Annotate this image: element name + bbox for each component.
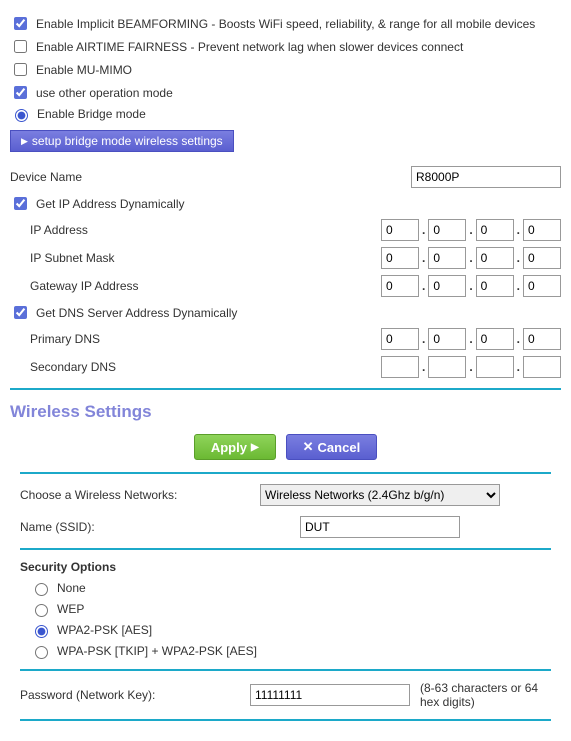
security-wpa-mix-radio[interactable] xyxy=(35,646,48,659)
gateway-octet-2[interactable] xyxy=(428,275,466,297)
sdns-octet-1[interactable] xyxy=(381,356,419,378)
pdns-octet-4[interactable] xyxy=(523,328,561,350)
other-mode-label: use other operation mode xyxy=(36,86,173,100)
apply-button[interactable]: Apply ▶ xyxy=(194,434,276,460)
beamforming-label: Enable Implicit BEAMFORMING - Boosts WiF… xyxy=(36,17,535,31)
security-wep-radio[interactable] xyxy=(35,604,48,617)
subnet-group: . . . xyxy=(381,247,561,269)
ssid-label: Name (SSID): xyxy=(20,520,260,534)
play-icon: ▶ xyxy=(21,136,28,147)
subnet-octet-3[interactable] xyxy=(476,247,514,269)
setup-bridge-button[interactable]: ▶ setup bridge mode wireless settings xyxy=(10,130,234,152)
pdns-octet-2[interactable] xyxy=(428,328,466,350)
ip-octet-2[interactable] xyxy=(428,219,466,241)
security-none-radio[interactable] xyxy=(35,583,48,596)
mumimo-label: Enable MU-MIMO xyxy=(36,63,132,77)
gateway-group: . . . xyxy=(381,275,561,297)
secondary-dns-label: Secondary DNS xyxy=(30,360,210,374)
security-wep-label: WEP xyxy=(57,602,84,616)
wireless-network-select[interactable]: Wireless Networks (2.4Ghz b/g/n) xyxy=(260,484,500,506)
gateway-octet-4[interactable] xyxy=(523,275,561,297)
subnet-octet-4[interactable] xyxy=(523,247,561,269)
dns-dynamic-checkbox[interactable] xyxy=(14,306,27,319)
ip-octet-3[interactable] xyxy=(476,219,514,241)
divider xyxy=(20,719,551,721)
gateway-label: Gateway IP Address xyxy=(30,279,210,293)
ssid-input[interactable] xyxy=(300,516,460,538)
ip-octet-1[interactable] xyxy=(381,219,419,241)
subnet-octet-2[interactable] xyxy=(428,247,466,269)
sdns-octet-2[interactable] xyxy=(428,356,466,378)
wireless-settings-title: Wireless Settings xyxy=(10,402,561,422)
cancel-label: Cancel xyxy=(318,440,361,455)
dns-dynamic-label: Get DNS Server Address Dynamically xyxy=(36,306,237,320)
device-name-input[interactable] xyxy=(411,166,561,188)
ip-dynamic-checkbox[interactable] xyxy=(14,197,27,210)
security-wpa2-radio[interactable] xyxy=(35,625,48,638)
sdns-octet-4[interactable] xyxy=(523,356,561,378)
cancel-button[interactable]: ✕ Cancel xyxy=(286,434,378,460)
divider xyxy=(20,472,551,474)
pdns-octet-3[interactable] xyxy=(476,328,514,350)
play-icon: ▶ xyxy=(251,442,259,453)
ip-dynamic-label: Get IP Address Dynamically xyxy=(36,197,185,211)
setup-bridge-label: setup bridge mode wireless settings xyxy=(32,134,223,148)
bridge-mode-label: Enable Bridge mode xyxy=(37,107,146,121)
gateway-octet-3[interactable] xyxy=(476,275,514,297)
security-options-title: Security Options xyxy=(20,560,551,574)
airtime-checkbox[interactable] xyxy=(14,40,27,53)
password-hint: (8-63 characters or 64 hex digits) xyxy=(420,681,551,709)
primary-dns-group: . . . xyxy=(381,328,561,350)
sdns-octet-3[interactable] xyxy=(476,356,514,378)
password-label: Password (Network Key): xyxy=(20,688,240,702)
divider xyxy=(10,388,561,390)
security-wpa2-label: WPA2-PSK [AES] xyxy=(57,623,152,637)
other-mode-checkbox[interactable] xyxy=(14,86,27,99)
apply-label: Apply xyxy=(211,440,247,455)
secondary-dns-group: . . . xyxy=(381,356,561,378)
password-input[interactable] xyxy=(250,684,410,706)
security-none-label: None xyxy=(57,581,86,595)
beamforming-checkbox[interactable] xyxy=(14,17,27,30)
ip-address-label: IP Address xyxy=(30,223,210,237)
close-icon: ✕ xyxy=(303,439,314,455)
divider xyxy=(20,669,551,671)
choose-network-label: Choose a Wireless Networks: xyxy=(20,488,260,502)
subnet-octet-1[interactable] xyxy=(381,247,419,269)
airtime-label: Enable AIRTIME FAIRNESS - Prevent networ… xyxy=(36,40,463,54)
device-name-label: Device Name xyxy=(10,170,190,184)
mumimo-checkbox[interactable] xyxy=(14,63,27,76)
subnet-label: IP Subnet Mask xyxy=(30,251,210,265)
gateway-octet-1[interactable] xyxy=(381,275,419,297)
security-wpa-mix-label: WPA-PSK [TKIP] + WPA2-PSK [AES] xyxy=(57,644,257,658)
bridge-mode-radio[interactable] xyxy=(15,109,28,122)
ip-address-group: . . . xyxy=(381,219,561,241)
divider xyxy=(20,548,551,550)
primary-dns-label: Primary DNS xyxy=(30,332,210,346)
pdns-octet-1[interactable] xyxy=(381,328,419,350)
ip-octet-4[interactable] xyxy=(523,219,561,241)
